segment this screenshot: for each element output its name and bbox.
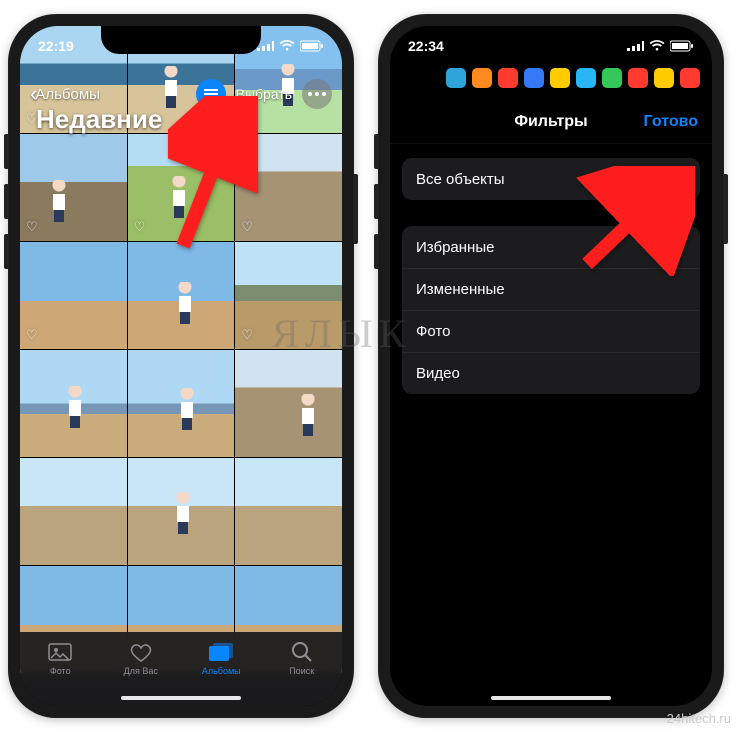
row-label: Избранные <box>416 239 494 256</box>
photo-thumb[interactable] <box>128 242 235 349</box>
dot-icon <box>315 92 319 96</box>
tab-bar: Фото Для Вас Альбомы <box>20 632 342 706</box>
wifi-icon <box>649 40 665 52</box>
albums-icon <box>181 640 262 664</box>
photos-icon <box>20 640 101 664</box>
photo-thumb[interactable]: ♡ <box>20 242 127 349</box>
photo-thumb[interactable] <box>20 458 127 565</box>
phone-left: ♡ ♡ ♡ ♡ ♡ ♡ ♡ 22:19 <box>8 14 354 718</box>
screen-left: ♡ ♡ ♡ ♡ ♡ ♡ ♡ 22:19 <box>20 26 342 706</box>
nav-bar: Фильтры Готово <box>390 100 712 144</box>
wifi-icon <box>279 40 295 52</box>
tab-albums[interactable]: Альбомы <box>181 640 262 676</box>
tab-photos[interactable]: Фото <box>20 640 101 676</box>
filter-lines-icon <box>204 93 218 95</box>
photo-thumb[interactable] <box>235 458 342 565</box>
filter-row-video[interactable]: Видео <box>402 352 700 394</box>
annotation-arrow <box>575 166 695 276</box>
photo-thumb[interactable]: ♡ <box>20 134 127 241</box>
page-title: Недавние <box>36 104 162 135</box>
battery-icon <box>670 40 694 52</box>
row-label: Все объекты <box>416 171 505 188</box>
photo-thumb[interactable]: ♡ <box>235 242 342 349</box>
photo-thumb[interactable] <box>235 350 342 457</box>
back-label: Альбомы <box>35 86 100 103</box>
dot-icon <box>322 92 326 96</box>
app-switcher-strip <box>446 68 700 88</box>
search-icon <box>262 640 343 664</box>
tab-label: Альбомы <box>181 666 262 676</box>
filter-row-photo[interactable]: Фото <box>402 310 700 352</box>
status-time: 22:34 <box>408 38 444 54</box>
heart-icon: ♡ <box>26 219 38 235</box>
dot-icon <box>308 92 312 96</box>
more-button[interactable] <box>302 79 332 109</box>
tab-for-you[interactable]: Для Вас <box>101 640 182 676</box>
heart-icon: ♡ <box>26 327 38 343</box>
source-watermark: 24hitech.ru <box>667 711 731 726</box>
phone-right: 22:34 <box>378 14 724 718</box>
heart-icon: ♡ <box>241 327 253 343</box>
status-time: 22:19 <box>38 38 74 54</box>
battery-icon <box>300 40 324 52</box>
done-button[interactable]: Готово <box>644 113 698 131</box>
photo-thumb[interactable] <box>128 458 235 565</box>
screen-right: 22:34 <box>390 26 712 706</box>
tab-search[interactable]: Поиск <box>262 640 343 676</box>
tab-label: Поиск <box>262 666 343 676</box>
home-indicator[interactable] <box>491 696 611 700</box>
for-you-icon <box>101 640 182 664</box>
photo-thumb[interactable] <box>128 350 235 457</box>
tab-label: Для Вас <box>101 666 182 676</box>
photo-thumb[interactable] <box>20 350 127 457</box>
row-label: Видео <box>416 365 460 382</box>
notch <box>471 26 631 54</box>
tab-label: Фото <box>20 666 101 676</box>
nav-title: Фильтры <box>514 113 587 131</box>
row-label: Фото <box>416 323 450 340</box>
home-indicator[interactable] <box>121 696 241 700</box>
heart-icon: ♡ <box>134 219 146 235</box>
notch <box>101 26 261 54</box>
row-label: Измененные <box>416 281 505 298</box>
annotation-arrow <box>168 96 258 256</box>
